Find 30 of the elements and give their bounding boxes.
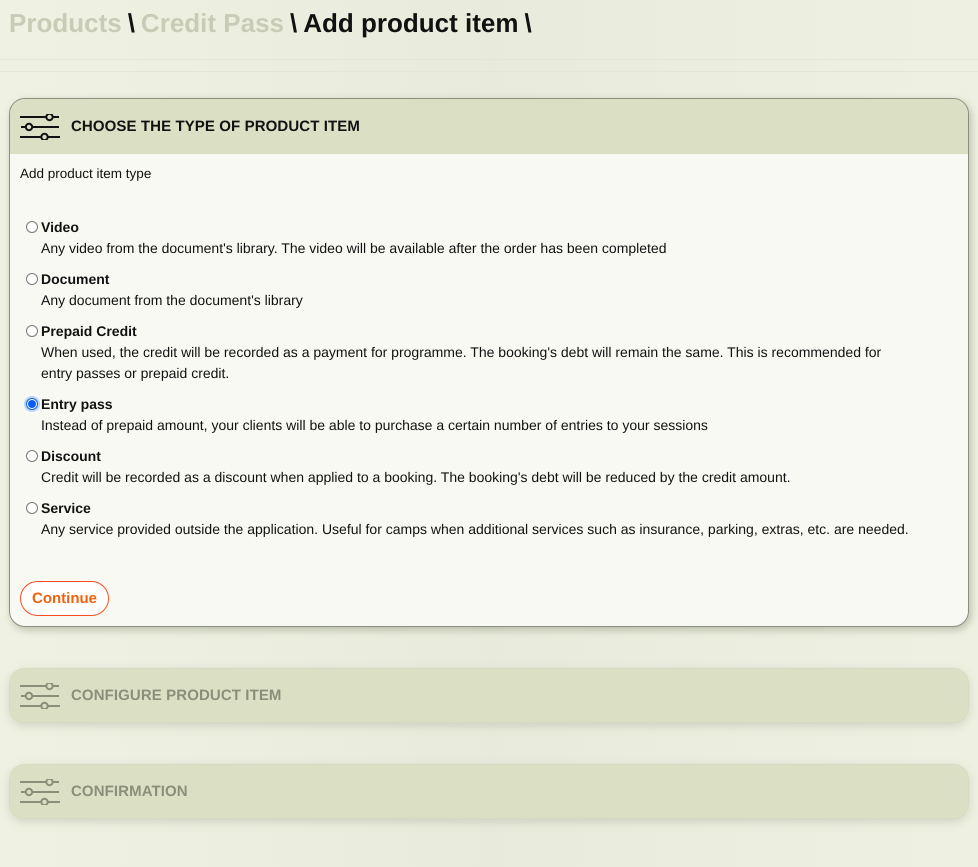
option-description: When used, the credit will be recorded as a payment for programme. The booking's debt will remain the same. This is recommended for entry passes or prepaid credit. (41, 343, 882, 383)
option-label[interactable]: Prepaid Credit (41, 323, 137, 339)
sliders-icon (20, 114, 60, 140)
option-label[interactable]: Entry pass (41, 396, 113, 412)
radio-button[interactable] (26, 450, 38, 462)
option-description: Any document from the document's library (41, 291, 304, 310)
step-title: CONFIRMATION (71, 783, 188, 800)
sliders-icon (20, 682, 60, 708)
breadcrumb-separator: \ (524, 7, 532, 40)
breadcrumb-separator: \ (290, 7, 298, 40)
option-description: Instead of prepaid amount, your clients will be able to purchase a certain number of entries to your sessions (41, 416, 709, 435)
breadcrumb-separator: \ (128, 7, 135, 40)
option-description: Any service provided outside the application. Useful for camps when additional services such as insurance, parking, extras, etc. are needed. (41, 520, 910, 539)
option-description: Any video from the document's library. The video will be available after the order has been completed (41, 239, 668, 258)
step-title: CHOOSE THE TYPE OF PRODUCT ITEM (71, 118, 360, 135)
option-label[interactable]: Video (41, 219, 79, 235)
option-label[interactable]: Document (41, 271, 110, 287)
option-label[interactable]: Service (41, 500, 91, 516)
option-label[interactable]: Discount (41, 448, 101, 464)
radio-button[interactable] (26, 273, 38, 285)
breadcrumb-current: Add product item (303, 7, 518, 40)
option-description: Credit will be recorded as a discount when applied to a booking. The booking's debt will be reduced by the credit amount. (41, 468, 792, 487)
radio-button[interactable] (26, 221, 38, 233)
sliders-icon (20, 778, 60, 804)
radio-button[interactable] (26, 325, 38, 337)
step-header[interactable]: CHOOSE THE TYPE OF PRODUCT ITEM (10, 99, 968, 154)
radio-button[interactable] (26, 502, 38, 514)
step-title: CONFIGURE PRODUCT ITEM (71, 687, 282, 704)
step-prompt: Add product item type (20, 165, 152, 183)
radio-button[interactable] (26, 398, 38, 410)
